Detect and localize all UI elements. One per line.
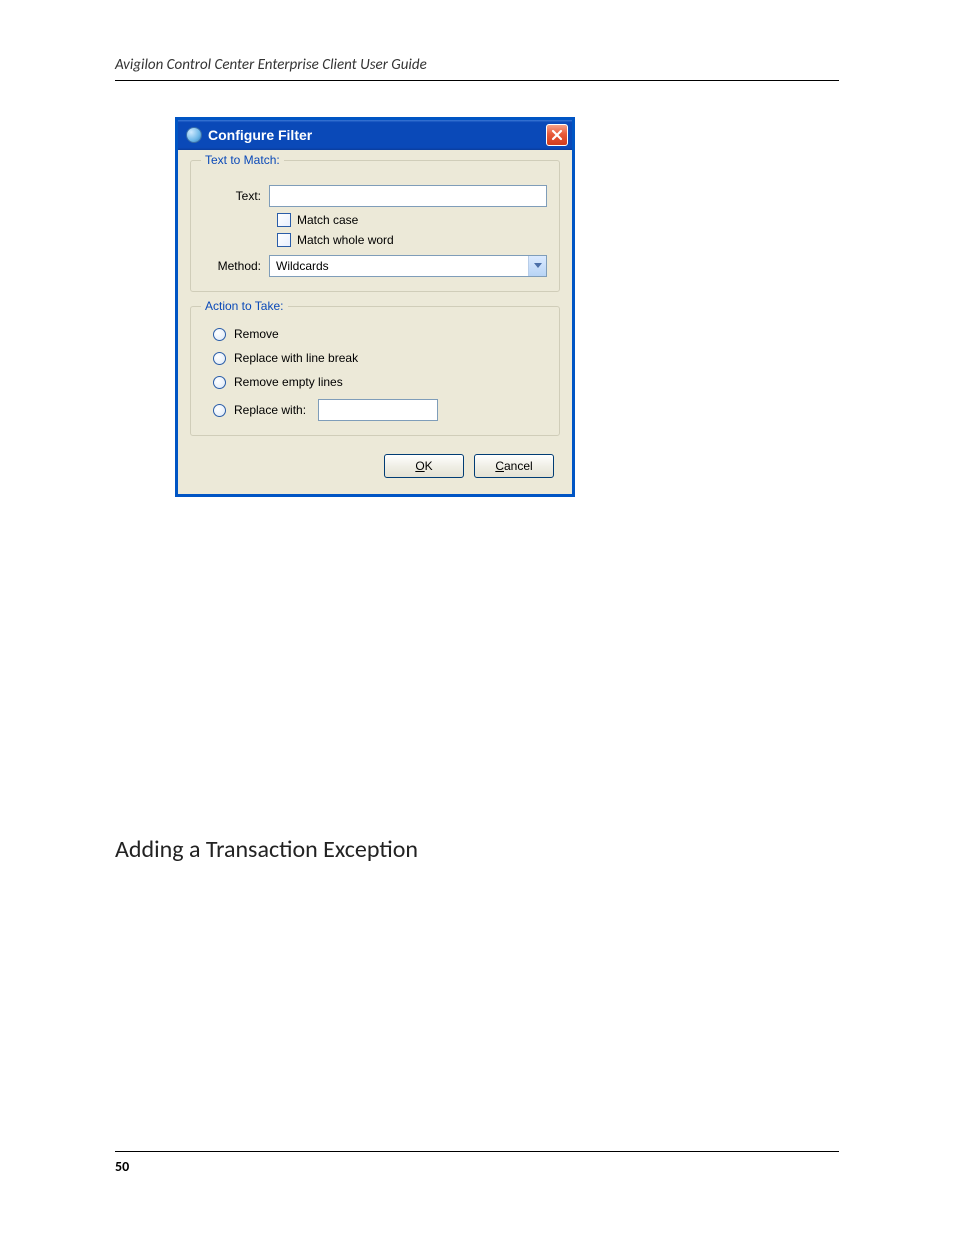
match-case-label: Match case	[297, 213, 358, 227]
close-button[interactable]	[546, 124, 568, 146]
text-to-match-legend: Text to Match:	[201, 153, 284, 167]
ok-button[interactable]: OK	[384, 454, 464, 478]
text-input[interactable]	[269, 185, 547, 207]
replace-with-radio[interactable]	[213, 404, 226, 417]
dropdown-arrow	[528, 256, 546, 276]
remove-radio[interactable]	[213, 328, 226, 341]
close-icon	[551, 129, 563, 141]
action-to-take-group: Action to Take: Remove Replace with line…	[190, 306, 560, 436]
method-value: Wildcards	[276, 259, 329, 273]
replace-with-input[interactable]	[318, 399, 438, 421]
text-to-match-group: Text to Match: Text: Match case Match wh…	[190, 160, 560, 292]
configure-filter-dialog: Configure Filter Text to Match: Text: Ma…	[175, 117, 575, 497]
remove-empty-lines-radio[interactable]	[213, 376, 226, 389]
action-to-take-legend: Action to Take:	[201, 299, 288, 313]
remove-empty-lines-label: Remove empty lines	[234, 375, 343, 389]
method-select[interactable]: Wildcards	[269, 255, 547, 277]
app-icon	[186, 127, 202, 143]
chevron-down-icon	[534, 263, 542, 269]
titlebar: Configure Filter	[178, 120, 572, 150]
replace-with-label: Replace with:	[234, 403, 306, 417]
match-whole-word-label: Match whole word	[297, 233, 394, 247]
dialog-title: Configure Filter	[208, 127, 312, 143]
match-case-checkbox[interactable]	[277, 213, 291, 227]
section-heading: Adding a Transaction Exception	[115, 835, 839, 864]
document-header: Avigilon Control Center Enterprise Clien…	[115, 56, 839, 81]
cancel-button[interactable]: Cancel	[474, 454, 554, 478]
remove-label: Remove	[234, 327, 279, 341]
replace-line-break-label: Replace with line break	[234, 351, 358, 365]
page-number: 50	[115, 1158, 129, 1175]
text-label: Text:	[203, 189, 269, 203]
replace-line-break-radio[interactable]	[213, 352, 226, 365]
method-label: Method:	[203, 259, 269, 273]
match-whole-word-checkbox[interactable]	[277, 233, 291, 247]
page-footer: 50	[115, 1151, 839, 1175]
